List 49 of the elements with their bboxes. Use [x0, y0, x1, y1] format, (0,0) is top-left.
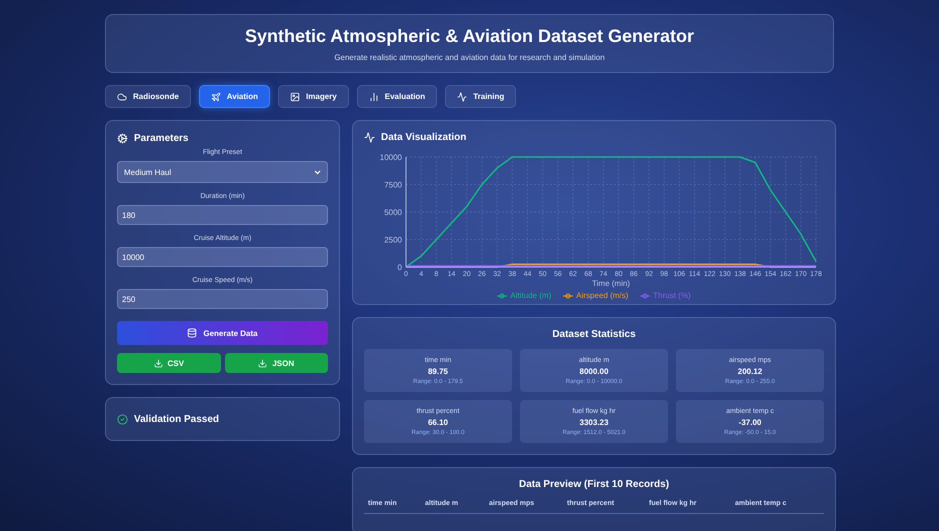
tab[interactable]: Aviation	[198, 85, 270, 108]
y-tick-label: 10000	[380, 153, 402, 162]
panel-title: Data Preview (First 10 Records)	[518, 479, 670, 490]
download-button[interactable]: CSV	[117, 353, 220, 373]
settings-icon	[117, 133, 128, 144]
input-field[interactable]: 250	[117, 289, 328, 309]
legend-marker-icon	[497, 292, 508, 298]
validation-status: Validation Passed	[117, 414, 220, 424]
download-icon	[154, 358, 163, 368]
y-tick-label: 2500	[384, 236, 402, 244]
stat-value: 89.75	[428, 366, 448, 376]
pulse-icon	[457, 92, 468, 102]
tab[interactable]: Imagery	[278, 85, 349, 108]
y-tick-label: 5000	[384, 208, 402, 217]
stat-value: 66.10	[428, 418, 448, 426]
select-field[interactable]: Medium Haul	[117, 161, 328, 183]
pulse-icon	[364, 132, 375, 143]
panel-title: Data Visualization	[364, 132, 824, 143]
legend-marker-icon	[563, 292, 574, 298]
cloud-icon	[117, 92, 127, 102]
stat-value: 3303.23	[580, 418, 608, 426]
generate-button[interactable]: Generate Data	[117, 321, 328, 345]
y-tick-label: 0	[398, 263, 402, 272]
legend-label: Thrust (%)	[653, 291, 691, 300]
tab[interactable]: Radiosonde	[105, 85, 191, 108]
stat-value: -37.00	[738, 418, 762, 426]
stat-value: 8000.00	[580, 366, 608, 376]
page-title: Synthetic Atmospheric & Aviation Dataset Generator	[244, 26, 694, 46]
legend-label: Altitude (m)	[510, 291, 552, 300]
database-icon	[187, 328, 198, 338]
image-icon	[290, 92, 300, 102]
download-button[interactable]: JSON	[224, 353, 328, 373]
tab[interactable]: Evaluation	[356, 85, 438, 108]
y-tick-label: 7500	[384, 180, 402, 190]
tab[interactable]: Training	[445, 85, 516, 108]
bar-chart-icon	[368, 92, 379, 102]
input-field[interactable]: 10000	[117, 247, 328, 267]
chevron-icon	[314, 170, 321, 174]
check-circle-icon	[117, 414, 128, 424]
legend-label: Airspeed (m/s)	[576, 291, 628, 300]
x-axis-label: Time (min)	[592, 279, 630, 288]
input-field[interactable]: 180	[117, 205, 328, 225]
page-subtitle: Generate realistic atmospheric and aviation data for research and simulation	[334, 52, 605, 62]
panel-title: Parameters	[117, 133, 328, 144]
plane-icon	[210, 92, 221, 102]
download-icon	[258, 358, 268, 368]
stat-value: 200.12	[738, 366, 762, 376]
panel-title: Dataset Statistics	[552, 329, 636, 340]
legend-marker-icon	[640, 292, 650, 298]
